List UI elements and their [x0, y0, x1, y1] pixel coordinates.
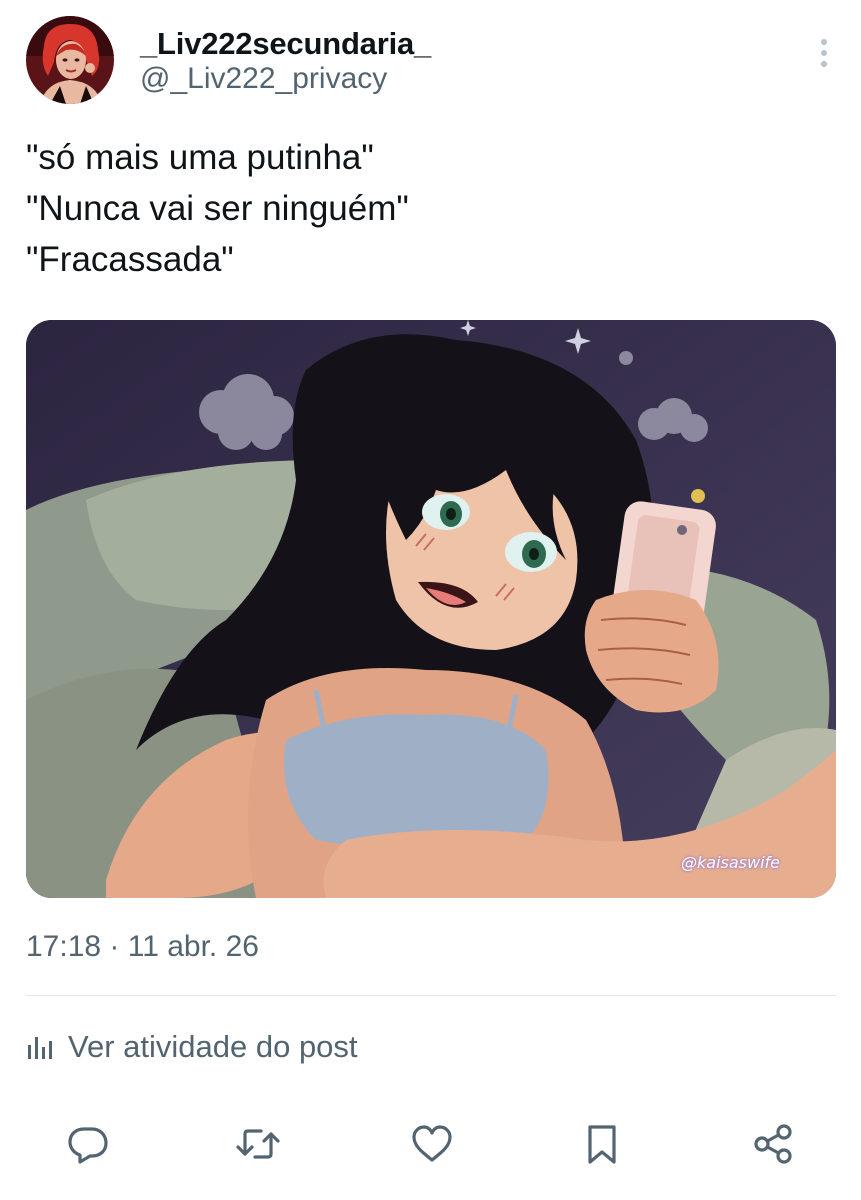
display-name[interactable]: _Liv222secundaria_: [140, 26, 431, 62]
tweet-text: "só mais uma putinha" "Nunca vai ser nin…: [26, 132, 409, 285]
reply-icon: [66, 1122, 110, 1171]
illustration: [26, 320, 836, 898]
tweet-header: _Liv222secundaria_ @_Liv222_privacy: [26, 16, 836, 108]
avatar[interactable]: [26, 16, 114, 104]
analytics-bars-icon: [26, 1033, 56, 1061]
post-timestamp[interactable]: 17:18 · 11 abr. 26: [26, 930, 259, 964]
image-watermark: @kaisaswife: [681, 853, 780, 872]
tweet-media-image[interactable]: @kaisaswife: [26, 320, 836, 898]
share-button[interactable]: [750, 1122, 798, 1170]
tweet-action-bar: [26, 1112, 836, 1182]
bookmark-button[interactable]: [578, 1122, 626, 1170]
divider: [26, 995, 836, 996]
reply-button[interactable]: [64, 1122, 112, 1170]
post-activity-label: Ver atividade do post: [68, 1029, 358, 1064]
like-button[interactable]: [408, 1122, 456, 1170]
avatar-image: [26, 16, 114, 104]
tweet-text-line: "Fracassada": [26, 240, 234, 279]
post-activity-link[interactable]: Ver atividade do post: [26, 1024, 358, 1070]
repost-icon: [234, 1122, 282, 1171]
repost-button[interactable]: [234, 1122, 282, 1170]
tweet-text-line: "só mais uma putinha": [26, 138, 374, 177]
more-vertical-icon[interactable]: [812, 36, 836, 72]
tweet-text-line: "Nunca vai ser ninguém": [26, 189, 409, 228]
heart-icon: [410, 1122, 454, 1171]
user-handle[interactable]: @_Liv222_privacy: [140, 62, 387, 96]
share-icon: [752, 1122, 796, 1171]
bookmark-icon: [582, 1122, 622, 1171]
